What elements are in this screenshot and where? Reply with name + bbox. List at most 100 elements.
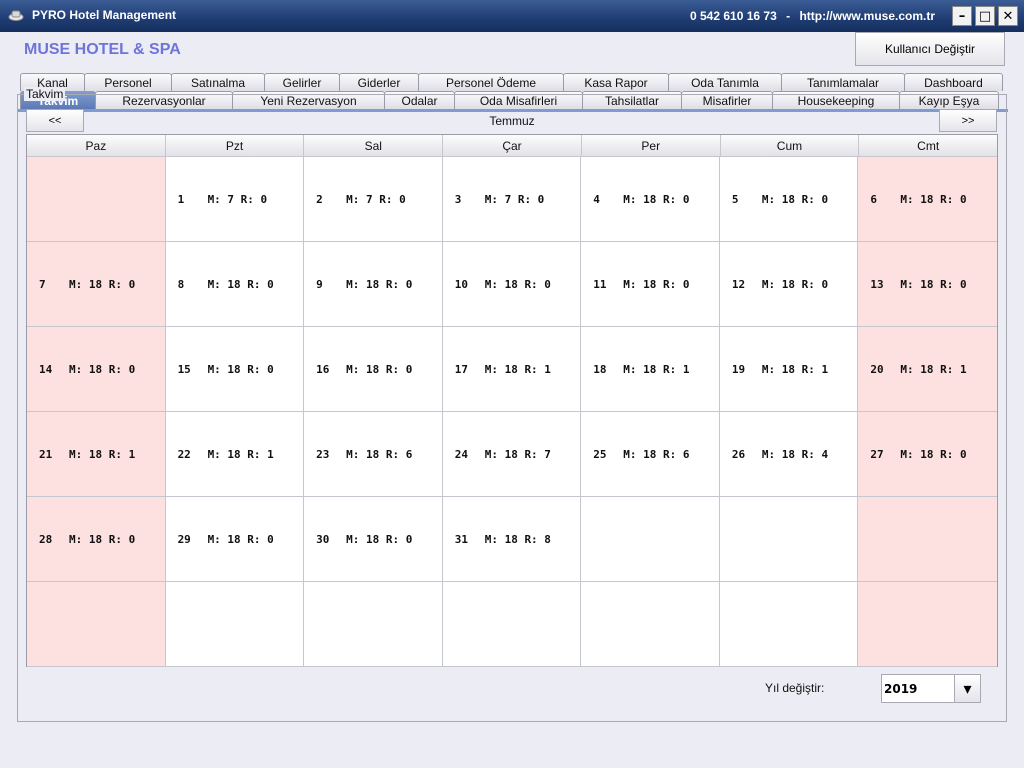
room-reservation-count: M: 7 R: 0 <box>207 192 268 206</box>
calendar-day-cell[interactable]: 16 M: 18 R: 0 <box>304 327 443 412</box>
day-number: 9 <box>316 277 323 291</box>
day-number: 23 <box>316 447 330 461</box>
room-reservation-count: M: 18 R: 0 <box>346 532 413 546</box>
calendar-day-cell[interactable]: 18 M: 18 R: 1 <box>581 327 720 412</box>
contact-separator: - <box>786 9 791 23</box>
room-reservation-count: M: 18 R: 6 <box>346 447 413 461</box>
day-number: 13 <box>870 277 884 291</box>
day-number: 15 <box>177 362 191 376</box>
room-reservation-count: M: 18 R: 0 <box>761 277 829 291</box>
room-reservation-count: M: 7 R: 0 <box>346 192 406 206</box>
minimize-button[interactable]: – <box>952 6 972 26</box>
tab-gelirler[interactable]: Gelirler <box>264 73 340 91</box>
calendar-day-cell[interactable]: 6 M: 18 R: 0 <box>858 157 997 242</box>
room-reservation-count: M: 18 R: 1 <box>900 362 967 376</box>
calendar-day-cell[interactable]: 2 M: 7 R: 0 <box>304 157 443 242</box>
maximize-button[interactable]: □ <box>975 6 995 26</box>
calendar-day-cell[interactable]: 17 M: 18 R: 1 <box>442 327 582 412</box>
day-number: 19 <box>731 362 746 376</box>
tab-satınalma[interactable]: Satınalma <box>171 73 265 91</box>
calendar-day-cell[interactable]: 24 M: 18 R: 7 <box>442 412 582 497</box>
close-button[interactable]: ✕ <box>998 6 1018 26</box>
weekday-header: Paz Pzt Sal Çar Per Cum Cmt <box>27 135 998 157</box>
year-select[interactable]: 2019 ▾ <box>881 674 981 703</box>
tab-giderler[interactable]: Giderler <box>339 73 419 91</box>
contact-url[interactable]: http://www.muse.com.tr <box>799 9 935 23</box>
day-number: 14 <box>39 362 53 376</box>
calendar-empty-cell <box>304 582 443 667</box>
next-month-button[interactable]: >> <box>939 109 997 132</box>
panel-title: Takvim <box>24 87 66 101</box>
tab-kasa-rapor[interactable]: Kasa Rapor <box>563 73 669 91</box>
calendar-day-cell[interactable]: 8 M: 18 R: 0 <box>165 242 305 327</box>
calendar-day-cell[interactable]: 20 M: 18 R: 1 <box>858 327 997 412</box>
calendar-day-cell[interactable]: 7 M: 18 R: 0 <box>27 242 166 327</box>
tab-personel-ödeme[interactable]: Personel Ödeme <box>418 73 564 91</box>
room-reservation-count: M: 18 R: 1 <box>484 362 551 376</box>
room-reservation-count: M: 18 R: 0 <box>69 277 136 291</box>
year-label: Yıl değiştir: <box>765 681 825 695</box>
calendar-day-cell[interactable]: 22 M: 18 R: 1 <box>165 412 305 497</box>
contact-info: 0 542 610 16 73 - http://www.muse.com.tr <box>687 9 938 23</box>
hotel-name: MUSE HOTEL & SPA <box>24 41 181 58</box>
room-reservation-count: M: 18 R: 0 <box>69 532 136 546</box>
change-user-button[interactable]: Kullanıcı Değiştir <box>855 32 1005 66</box>
day-number: 27 <box>870 447 884 461</box>
weekday-2: Sal <box>304 135 444 157</box>
calendar-day-cell[interactable]: 13 M: 18 R: 0 <box>858 242 997 327</box>
tab-oda-tanımla[interactable]: Oda Tanımla <box>668 73 782 91</box>
room-reservation-count: M: 18 R: 0 <box>69 362 136 376</box>
day-number: 20 <box>870 362 884 376</box>
day-number: 26 <box>731 447 746 461</box>
calendar-day-cell[interactable]: 12 M: 18 R: 0 <box>719 242 859 327</box>
calendar-day-cell[interactable]: 4 M: 18 R: 0 <box>581 157 720 242</box>
day-number: 22 <box>177 447 191 461</box>
close-icon: ✕ <box>1002 8 1014 24</box>
tab-dashboard[interactable]: Dashboard <box>904 73 1003 91</box>
calendar-day-cell[interactable]: 19 M: 18 R: 1 <box>719 327 859 412</box>
day-number: 12 <box>731 277 746 291</box>
calendar-day-cell[interactable]: 11 M: 18 R: 0 <box>581 242 720 327</box>
room-reservation-count: M: 18 R: 0 <box>207 362 274 376</box>
calendar-day-cell[interactable]: 5 M: 18 R: 0 <box>719 157 859 242</box>
room-reservation-count: M: 18 R: 1 <box>207 447 274 461</box>
tab-row-top: Kanal Personel Satınalma Gelirler Giderler Pe… <box>20 73 1003 91</box>
calendar-day-cell[interactable]: 29 M: 18 R: 0 <box>165 497 305 582</box>
room-reservation-count: M: 18 R: 0 <box>900 192 967 206</box>
calendar-day-cell[interactable]: 25 M: 18 R: 6 <box>581 412 720 497</box>
calendar-day-cell[interactable]: 21 M: 18 R: 1 <box>27 412 166 497</box>
day-number: 30 <box>316 532 330 546</box>
calendar-day-cell[interactable]: 27 M: 18 R: 0 <box>858 412 997 497</box>
calendar-day-cell[interactable]: 30 M: 18 R: 0 <box>304 497 443 582</box>
calendar-day-cell[interactable]: 14 M: 18 R: 0 <box>27 327 166 412</box>
calendar-day-cell[interactable]: 28 M: 18 R: 0 <box>27 497 166 582</box>
window-title-group: PYRO Hotel Management <box>8 8 176 22</box>
window-titlebar: PYRO Hotel Management 0 542 610 16 73 - … <box>0 0 1024 32</box>
calendar-day-cell[interactable]: 15 M: 18 R: 0 <box>165 327 305 412</box>
day-number: 29 <box>177 532 191 546</box>
day-number: 25 <box>593 447 607 461</box>
chevron-down-icon[interactable]: ▾ <box>954 675 980 702</box>
calendar-body: 1 M: 7 R: 0 2 M: 7 R: 0 3 M: 7 R: 0 4 M: 18 R: … <box>27 157 997 667</box>
weekday-0: Paz <box>27 135 166 157</box>
day-number: 6 <box>870 192 878 206</box>
calendar-day-cell[interactable]: 9 M: 18 R: 0 <box>304 242 443 327</box>
calendar-day-cell[interactable]: 31 M: 18 R: 8 <box>442 497 582 582</box>
calendar-empty-cell <box>719 497 859 582</box>
day-number: 5 <box>731 192 739 206</box>
room-reservation-count: M: 18 R: 7 <box>484 447 551 461</box>
day-number: 16 <box>316 362 330 376</box>
calendar-grid: Paz Pzt Sal Çar Per Cum Cmt 1 M: 7 R: 0 2 M: 7 R:… <box>26 134 998 667</box>
calendar-day-cell[interactable]: 10 M: 18 R: 0 <box>442 242 582 327</box>
day-number: 18 <box>593 362 607 376</box>
calendar-day-cell[interactable]: 23 M: 18 R: 6 <box>304 412 443 497</box>
tab-personel[interactable]: Personel <box>84 73 172 91</box>
calendar-day-cell[interactable]: 26 M: 18 R: 4 <box>719 412 859 497</box>
calendar-day-cell[interactable]: 1 M: 7 R: 0 <box>165 157 305 242</box>
weekday-4: Per <box>581 135 721 157</box>
calendar-empty-cell <box>858 582 997 667</box>
room-reservation-count: M: 18 R: 0 <box>346 362 413 376</box>
room-reservation-count: M: 7 R: 0 <box>484 192 545 206</box>
calendar-day-cell[interactable]: 3 M: 7 R: 0 <box>442 157 582 242</box>
tab-tanımlamalar[interactable]: Tanımlamalar <box>781 73 905 91</box>
